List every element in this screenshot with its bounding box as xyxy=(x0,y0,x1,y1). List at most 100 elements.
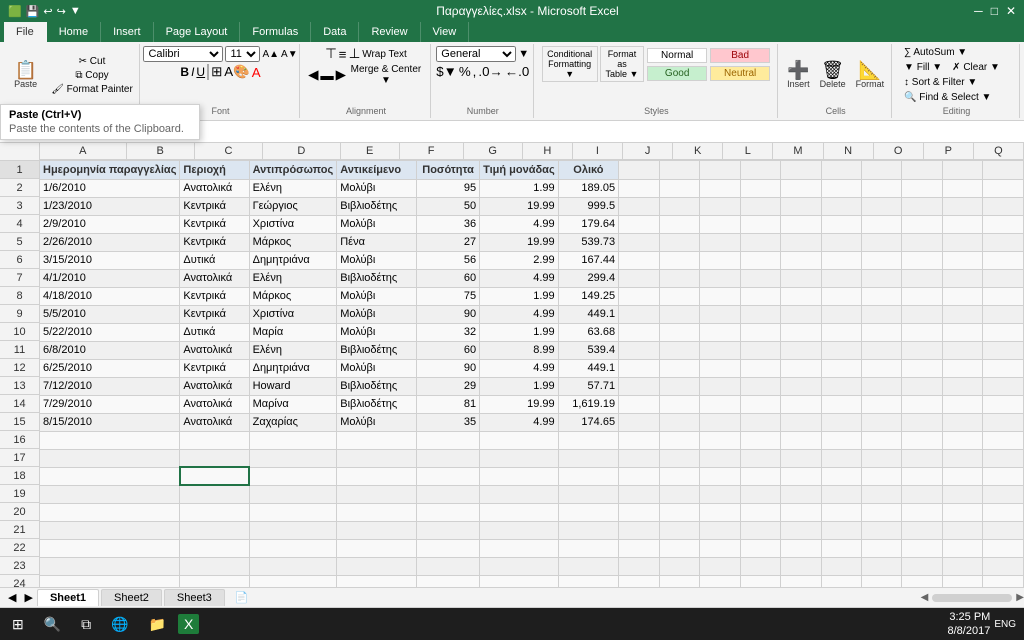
table-row[interactable]: 81 xyxy=(417,395,480,413)
table-row[interactable] xyxy=(942,323,982,341)
table-row[interactable] xyxy=(480,539,559,557)
style-neutral[interactable]: Neutral xyxy=(710,66,770,81)
table-row[interactable] xyxy=(659,485,699,503)
row-header[interactable]: 10 xyxy=(0,323,40,341)
table-row[interactable] xyxy=(700,215,740,233)
table-row[interactable]: 7/29/2010 xyxy=(40,395,180,413)
table-row[interactable]: 32 xyxy=(417,323,480,341)
table-row[interactable] xyxy=(902,305,942,323)
table-row[interactable]: 35 xyxy=(417,413,480,431)
table-row[interactable] xyxy=(781,323,821,341)
table-row[interactable] xyxy=(740,251,780,269)
table-row[interactable] xyxy=(821,449,861,467)
table-row[interactable] xyxy=(619,197,659,215)
format-cells-button[interactable]: 📐 Format xyxy=(852,59,889,91)
table-row[interactable]: 1,619.19 xyxy=(558,395,618,413)
merge-center-button[interactable]: Merge & Center ▼ xyxy=(348,64,424,86)
table-row[interactable]: Ανατολικά xyxy=(180,341,249,359)
table-row[interactable] xyxy=(942,575,982,587)
add-sheet-button[interactable]: 📄 xyxy=(227,591,257,604)
table-row[interactable] xyxy=(700,539,740,557)
table-row[interactable] xyxy=(781,161,821,179)
fill-button[interactable]: ▼ Fill ▼ xyxy=(900,61,946,74)
table-row[interactable]: Τιμή μονάδας xyxy=(480,161,559,179)
tab-file[interactable]: File xyxy=(4,22,47,42)
table-row[interactable] xyxy=(902,161,942,179)
tab-review[interactable]: Review xyxy=(359,22,420,42)
table-row[interactable] xyxy=(249,503,337,521)
table-row[interactable] xyxy=(861,305,901,323)
table-row[interactable] xyxy=(659,359,699,377)
table-row[interactable]: 95 xyxy=(417,179,480,197)
table-row[interactable] xyxy=(861,467,901,485)
table-row[interactable]: 60 xyxy=(417,341,480,359)
paste-button[interactable]: 📋 Paste xyxy=(6,57,45,93)
font-size-select[interactable]: 11 xyxy=(225,46,260,62)
table-row[interactable] xyxy=(781,197,821,215)
table-row[interactable] xyxy=(983,197,1024,215)
table-row[interactable]: 19.99 xyxy=(480,395,559,413)
table-row[interactable] xyxy=(821,233,861,251)
table-row[interactable] xyxy=(942,431,982,449)
table-row[interactable] xyxy=(659,503,699,521)
table-row[interactable]: Ανατολικά xyxy=(180,179,249,197)
quick-undo[interactable]: ↩ xyxy=(43,5,52,18)
fill-color-button[interactable]: A🎨 xyxy=(224,64,250,80)
table-row[interactable] xyxy=(861,161,901,179)
table-row[interactable] xyxy=(781,539,821,557)
table-row[interactable] xyxy=(902,521,942,539)
table-row[interactable] xyxy=(337,557,417,575)
table-row[interactable] xyxy=(659,287,699,305)
conditional-formatting-button[interactable]: ConditionalFormatting ▼ xyxy=(542,46,598,82)
tab-formulas[interactable]: Formulas xyxy=(240,22,311,42)
table-row[interactable] xyxy=(942,467,982,485)
table-row[interactable] xyxy=(902,503,942,521)
table-row[interactable] xyxy=(983,431,1024,449)
row-header[interactable]: 4 xyxy=(0,215,40,233)
table-row[interactable] xyxy=(740,575,780,587)
table-row[interactable]: 8/15/2010 xyxy=(40,413,180,431)
table-row[interactable]: Howard xyxy=(249,377,337,395)
table-row[interactable]: 5/5/2010 xyxy=(40,305,180,323)
table-row[interactable]: 63.68 xyxy=(558,323,618,341)
table-row[interactable] xyxy=(902,467,942,485)
table-row[interactable]: Αντικείμενο xyxy=(337,161,417,179)
table-row[interactable]: Μολύβι xyxy=(337,215,417,233)
row-header[interactable]: 5 xyxy=(0,233,40,251)
table-row[interactable] xyxy=(700,197,740,215)
table-row[interactable] xyxy=(417,503,480,521)
row-header[interactable]: 3 xyxy=(0,197,40,215)
table-row[interactable]: Κεντρικά xyxy=(180,215,249,233)
table-row[interactable] xyxy=(942,287,982,305)
table-row[interactable] xyxy=(861,197,901,215)
table-row[interactable] xyxy=(781,431,821,449)
font-name-select[interactable]: Calibri xyxy=(143,46,223,62)
table-row[interactable] xyxy=(740,341,780,359)
table-row[interactable] xyxy=(659,467,699,485)
table-row[interactable] xyxy=(740,323,780,341)
table-row[interactable]: Βιβλιοδέτης xyxy=(337,395,417,413)
table-row[interactable] xyxy=(983,233,1024,251)
table-row[interactable] xyxy=(337,575,417,587)
format-painter-button[interactable]: 🖌 Format Painter xyxy=(47,83,137,96)
table-row[interactable] xyxy=(861,557,901,575)
table-row[interactable]: Πένα xyxy=(337,233,417,251)
table-row[interactable] xyxy=(619,467,659,485)
table-row[interactable] xyxy=(983,449,1024,467)
table-row[interactable]: Ζαχαρίας xyxy=(249,413,337,431)
quick-save[interactable]: 💾 xyxy=(26,5,40,18)
table-row[interactable]: 999.5 xyxy=(558,197,618,215)
table-row[interactable] xyxy=(821,161,861,179)
table-row[interactable]: 36 xyxy=(417,215,480,233)
table-row[interactable] xyxy=(740,359,780,377)
table-row[interactable]: 4.99 xyxy=(480,359,559,377)
table-row[interactable]: Ανατολικά xyxy=(180,413,249,431)
table-row[interactable] xyxy=(659,539,699,557)
tab-view[interactable]: View xyxy=(421,22,470,42)
table-row[interactable] xyxy=(821,305,861,323)
col-header-g[interactable]: G xyxy=(464,143,523,160)
table-row[interactable] xyxy=(659,215,699,233)
table-row[interactable] xyxy=(417,575,480,587)
table-row[interactable] xyxy=(659,431,699,449)
table-row[interactable] xyxy=(180,485,249,503)
